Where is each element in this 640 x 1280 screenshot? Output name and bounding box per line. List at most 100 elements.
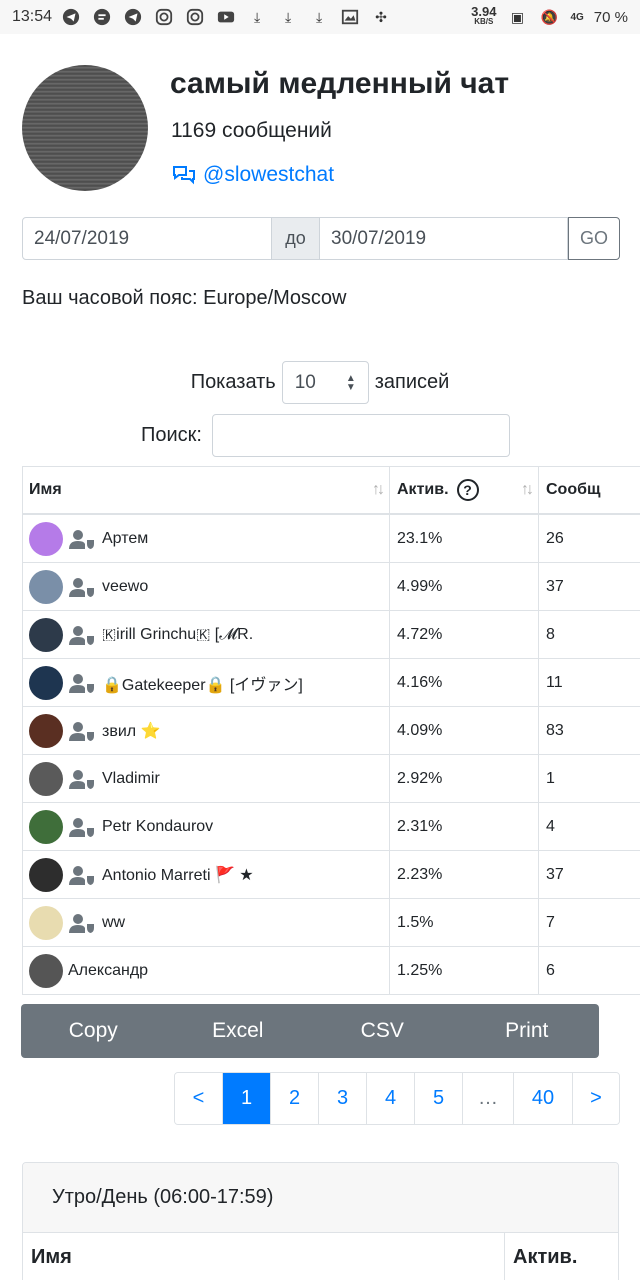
user-name[interactable]: звил ⭐ [102,721,160,741]
activity-value: 2.31% [389,803,538,850]
admin-shield-icon [69,817,94,837]
page-button[interactable]: 5 [414,1073,462,1124]
user-cell: Petr Kondaurov [22,803,389,850]
section-header-activity[interactable]: Актив. [505,1233,577,1280]
avatar [29,521,63,556]
show-label: Показать [190,371,276,393]
messages-value: 1 [538,755,640,802]
comments-icon [173,166,195,185]
date-to-input[interactable]: 30/07/2019 [319,217,568,260]
page-length-value: 10 [294,371,316,393]
page-button[interactable]: 3 [318,1073,366,1124]
table-row: Vladimir 2.92% 1 [22,755,640,803]
print-button[interactable]: Print [455,1004,600,1058]
avatar [29,905,63,940]
csv-button[interactable]: CSV [310,1004,455,1058]
export-buttons: Copy Excel CSV Print [21,1004,599,1058]
messages-value: 37 [538,563,640,610]
search-input[interactable] [211,414,510,457]
help-icon[interactable]: ? [456,479,479,501]
prev-page-button[interactable]: < [175,1073,222,1124]
user-name[interactable]: Александр [68,962,148,980]
page-button[interactable]: 1 [222,1073,270,1124]
header-activity[interactable]: Актив.? ↑↓ [389,467,538,513]
header-name[interactable]: Имя ↑↓ [22,467,389,513]
admin-shield-icon [69,913,94,933]
sort-icon: ↑↓ [372,481,385,498]
user-name[interactable]: Antonio Marreti 🚩 ★ [102,865,254,885]
admin-shield-icon [69,865,94,885]
date-separator: до [272,217,319,260]
user-name[interactable]: Vladimir [102,770,160,788]
user-name[interactable]: ww [102,914,125,932]
message-icon [91,6,113,28]
activity-value: 2.23% [389,851,538,898]
chat-handle-link[interactable]: @slowestchat [171,163,334,187]
time-section-card: Утро/День (06:00-17:59) Имя Актив. [22,1162,619,1280]
avatar [29,617,63,652]
user-name[interactable]: 🇰irill Grinchu🇰 [𝓜R. [102,626,253,644]
chat-title: самый медленный чат [170,67,510,100]
date-range: 24/07/2019 до 30/07/2019 GO [22,217,620,260]
activity-value: 4.72% [389,611,538,658]
activity-value: 23.1% [389,515,538,562]
go-button[interactable]: GO [568,217,620,260]
message-count: 1169 сообщений [171,119,332,142]
excel-button[interactable]: Excel [166,1004,311,1058]
download-icon: ⤓ [284,8,292,25]
select-arrows-icon: ▲ ▼ [345,372,356,393]
user-name[interactable]: Артем [102,530,148,548]
instagram-icon [153,6,175,28]
instagram-icon [184,6,206,28]
user-cell: 🇰irill Grinchu🇰 [𝓜R. [22,611,389,658]
user-name[interactable]: veewo [102,578,148,596]
page-length-select[interactable]: 10 ▲ ▼ [281,361,369,404]
user-cell: Александр [22,947,389,994]
sort-icon: ↑↓ [521,481,534,498]
avatar [29,713,63,748]
download-icon: ⤓ [315,8,323,25]
telegram-icon [122,6,144,28]
table-row: 🇰irill Grinchu🇰 [𝓜R. 4.72% 8 [22,611,640,659]
records-label: записей [374,371,450,393]
section-header-name[interactable]: Имя [23,1233,505,1280]
section-title: Утро/День (06:00-17:59) [23,1163,618,1233]
user-cell: Antonio Marreti 🚩 ★ [22,851,389,898]
chat-avatar [22,65,148,191]
messages-value: 11 [538,659,640,706]
page-length-control: Показать 10 ▲ ▼ записей [0,361,640,404]
messages-value: 83 [538,707,640,754]
table-row: ww 1.5% 7 [22,899,640,947]
user-cell: Vladimir [22,755,389,802]
activity-value: 4.99% [389,563,538,610]
admin-shield-icon [69,577,94,597]
avatar [29,953,63,988]
mute-icon: 🔕 [540,8,559,25]
table-row: Артем 23.1% 26 [22,515,640,563]
table-header: Имя ↑↓ Актив.? ↑↓ Сообщ [22,466,640,515]
admin-shield-icon [69,721,94,741]
page-button[interactable]: 4 [366,1073,414,1124]
header-messages[interactable]: Сообщ [538,467,640,513]
user-name[interactable]: Petr Kondaurov [102,818,213,836]
user-cell: звил ⭐ [22,707,389,754]
user-name[interactable]: 🔒Gatekeeper🔒 [イヴァン] [102,671,303,695]
table-row: Petr Kondaurov 2.31% 4 [22,803,640,851]
page-button[interactable]: 2 [270,1073,318,1124]
user-cell: veewo [22,563,389,610]
messages-value: 6 [538,947,640,994]
date-from-input[interactable]: 24/07/2019 [22,217,272,260]
avatar [29,761,63,796]
avatar [29,857,63,892]
messages-value: 26 [538,515,640,562]
table-row: veewo 4.99% 37 [22,563,640,611]
page-button[interactable]: 40 [513,1073,572,1124]
messages-value: 37 [538,851,640,898]
pagination: < 1 2 3 4 5 … 40 > [174,1072,620,1125]
next-page-button[interactable]: > [572,1073,619,1124]
battery-level: 70 % [593,8,628,26]
copy-button[interactable]: Copy [21,1004,166,1058]
search-control: Поиск: [141,414,510,457]
nfc-icon: ▣ [510,8,525,25]
status-time: 13:54 [12,8,53,25]
